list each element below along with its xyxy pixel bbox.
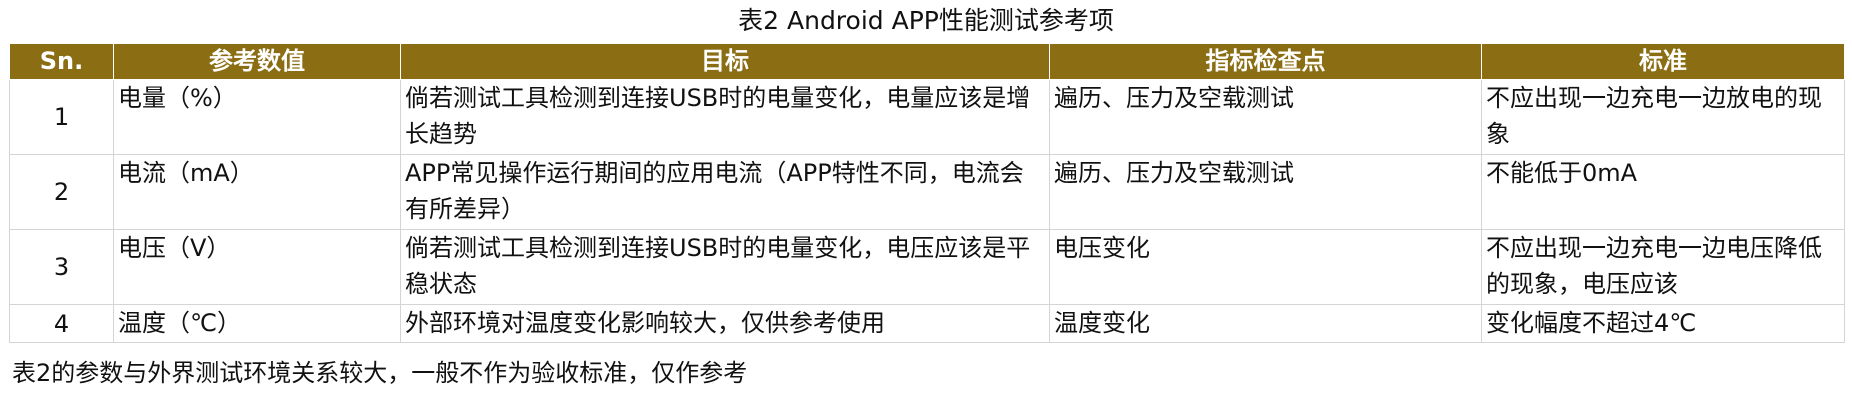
cell-target: 倘若测试工具检测到连接USB时的电量变化，电量应该是增长趋势	[400, 79, 1050, 155]
header-param: 参考数值	[113, 43, 401, 80]
cell-param: 电流（mA）	[113, 154, 401, 230]
table-caption: 表2 Android APP性能测试参考项	[738, 6, 1114, 35]
cell-standard: 不应出现一边充电一边放电的现象	[1481, 79, 1845, 155]
cell-standard: 不能低于0mA	[1481, 154, 1845, 230]
header-sn: Sn.	[9, 43, 114, 80]
performance-reference-table: Sn. 参考数值 目标 指标检查点 标准 1 电量（%） 倘若测试工具检测到连接…	[9, 43, 1845, 343]
cell-checkpoint: 遍历、压力及空载测试	[1049, 154, 1482, 230]
header-target: 目标	[400, 43, 1050, 80]
cell-checkpoint: 电压变化	[1049, 229, 1482, 305]
cell-standard: 变化幅度不超过4℃	[1481, 304, 1845, 343]
cell-param: 电量（%）	[113, 79, 401, 155]
cell-checkpoint: 遍历、压力及空载测试	[1049, 79, 1482, 155]
table-row: 3 电压（V） 倘若测试工具检测到连接USB时的电量变化，电压应该是平稳状态 电…	[9, 229, 1845, 305]
cell-sn: 1	[9, 79, 114, 155]
cell-target: 倘若测试工具检测到连接USB时的电量变化，电压应该是平稳状态	[400, 229, 1050, 305]
cell-param: 温度（℃）	[113, 304, 401, 343]
cell-sn: 3	[9, 229, 114, 305]
table-row: 1 电量（%） 倘若测试工具检测到连接USB时的电量变化，电量应该是增长趋势 遍…	[9, 79, 1845, 155]
cell-standard: 不应出现一边充电一边电压降低的现象，电压应该	[1481, 229, 1845, 305]
table-row: 4 温度（℃） 外部环境对温度变化影响较大，仅供参考使用 温度变化 变化幅度不超…	[9, 304, 1845, 343]
cell-sn: 4	[9, 304, 114, 343]
header-checkpoint: 指标检查点	[1049, 43, 1482, 80]
cell-checkpoint: 温度变化	[1049, 304, 1482, 343]
table-header-row: Sn. 参考数值 目标 指标检查点 标准	[9, 43, 1845, 80]
cell-target: APP常见操作运行期间的应用电流（APP特性不同，电流会有所差异）	[400, 154, 1050, 230]
cell-sn: 2	[9, 154, 114, 230]
header-standard: 标准	[1481, 43, 1845, 80]
table-footnote: 表2的参数与外界测试环境关系较大，一般不作为验收标准，仅作参考	[12, 359, 748, 387]
table-row: 2 电流（mA） APP常见操作运行期间的应用电流（APP特性不同，电流会有所差…	[9, 154, 1845, 230]
cell-param: 电压（V）	[113, 229, 401, 305]
cell-target: 外部环境对温度变化影响较大，仅供参考使用	[400, 304, 1050, 343]
